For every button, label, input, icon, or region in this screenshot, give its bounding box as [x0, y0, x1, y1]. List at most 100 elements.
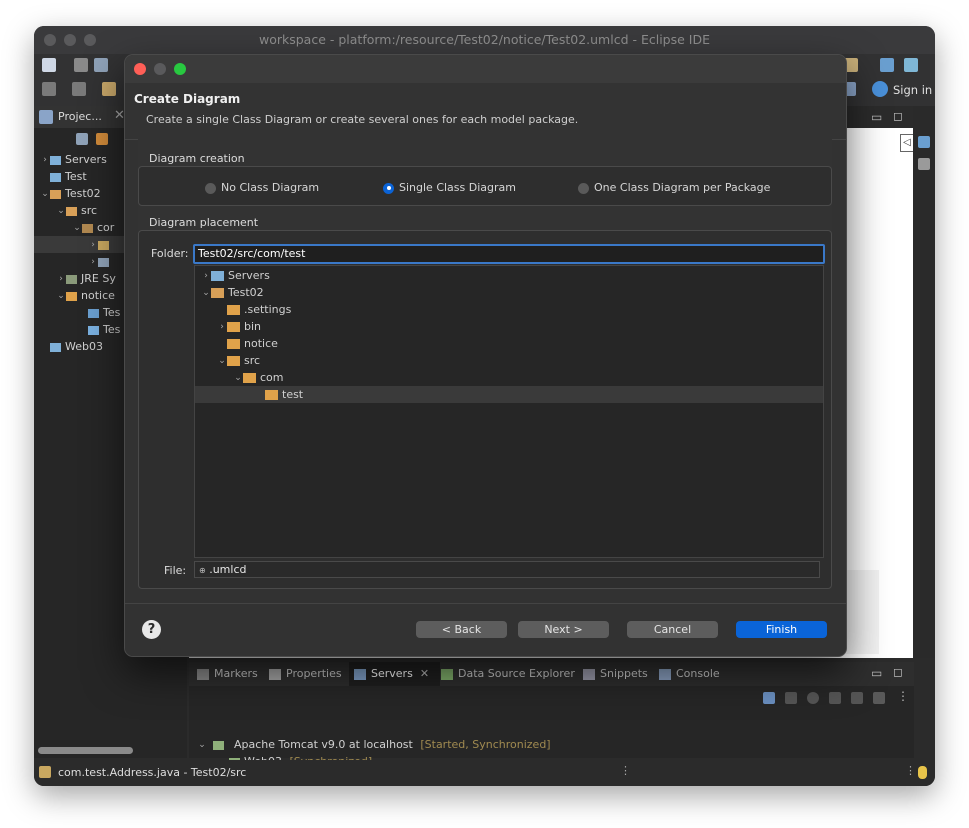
next-button[interactable]: Next > — [518, 621, 609, 638]
placement-group-label: Diagram placement — [149, 216, 259, 229]
project-icon — [50, 189, 61, 199]
tree-item-servers[interactable]: › Servers — [40, 151, 107, 168]
radio-no-diagram[interactable]: No Class Diagram — [205, 181, 319, 194]
new-server-icon[interactable] — [763, 692, 775, 704]
view-menu-icon[interactable]: ⋮ — [897, 689, 909, 703]
task-list-icon[interactable] — [918, 158, 930, 170]
creation-group-label: Diagram creation — [149, 152, 245, 165]
new-icon[interactable] — [42, 58, 56, 72]
tree-item-label: cor — [97, 221, 115, 234]
account-icon[interactable] — [872, 81, 888, 97]
collapse-all-icon[interactable] — [76, 133, 88, 145]
file-input[interactable]: ⊕ .umlcd — [194, 561, 820, 578]
maximize-icon[interactable]: ◻ — [893, 109, 903, 123]
tree-item-label: Servers — [228, 269, 270, 282]
palette-toggle-icon[interactable]: ◁ — [900, 134, 914, 152]
tree-item-java-file[interactable]: › — [88, 236, 113, 253]
chevron-down-icon[interactable]: ⌄ — [40, 186, 50, 203]
cancel-button[interactable]: Cancel — [627, 621, 718, 638]
tree-item-label: Tes — [103, 306, 121, 319]
publish-icon[interactable] — [873, 692, 885, 704]
chevron-right-icon[interactable]: › — [40, 152, 50, 169]
tree-item-umlcd-file[interactable]: Tes — [88, 304, 120, 321]
dialog-close-button[interactable] — [134, 63, 146, 75]
tab-data-source-explorer[interactable]: Data Source Explorer — [441, 662, 575, 686]
link-editor-icon[interactable] — [96, 133, 108, 145]
tree-item-label: notice — [244, 337, 278, 350]
finish-button[interactable]: Finish — [736, 621, 827, 638]
sign-in-link[interactable]: Sign in — [893, 83, 932, 97]
profile-server-icon[interactable] — [829, 692, 841, 704]
radio-off-icon[interactable] — [578, 182, 589, 194]
chevron-down-icon[interactable]: ⌄ — [233, 370, 243, 387]
debug-server-icon[interactable] — [785, 692, 797, 704]
tab-console[interactable]: Console — [659, 662, 720, 686]
start-server-icon[interactable] — [807, 692, 819, 704]
minimize-icon[interactable]: ▭ — [871, 666, 882, 680]
web-services-icon[interactable] — [904, 58, 918, 72]
project-icon — [50, 172, 61, 182]
tree-item-test02[interactable]: ⌄ Test02 — [40, 185, 100, 203]
folder-tree-test02[interactable]: ⌄ Test02 — [201, 284, 263, 302]
folder-tree-bin[interactable]: › bin — [217, 318, 261, 335]
folder-tree-com[interactable]: ⌄ com — [233, 369, 283, 387]
tree-item-label: Servers — [65, 153, 107, 166]
folder-tree-servers[interactable]: › Servers — [201, 267, 270, 284]
tab-label: Properties — [286, 667, 342, 680]
chevron-down-icon[interactable]: ⌄ — [217, 353, 227, 370]
horizontal-scrollbar[interactable] — [38, 747, 133, 754]
dialog-subtitle: Create a single Class Diagram or create … — [146, 113, 579, 126]
chevron-right-icon[interactable]: › — [217, 319, 227, 336]
chevron-down-icon[interactable]: ⌄ — [56, 288, 66, 305]
tree-item-java-file[interactable]: › — [88, 253, 113, 270]
folder-input[interactable]: Test02/src/com/test — [193, 244, 825, 264]
radio-off-icon[interactable] — [205, 182, 216, 194]
maximize-icon[interactable]: ◻ — [893, 665, 903, 679]
globe-icon[interactable] — [880, 58, 894, 72]
minimize-icon[interactable]: ▭ — [871, 110, 882, 124]
tree-item-notice[interactable]: ⌄ notice — [56, 287, 115, 304]
stop-server-icon[interactable] — [851, 692, 863, 704]
radio-per-package[interactable]: One Class Diagram per Package — [578, 181, 770, 194]
radio-single-diagram[interactable]: Single Class Diagram — [383, 181, 516, 194]
chevron-right-icon[interactable]: › — [56, 271, 66, 288]
debug-icon[interactable] — [42, 82, 56, 96]
close-icon[interactable]: ✕ — [420, 667, 429, 680]
folder-tree-settings[interactable]: .settings — [217, 301, 291, 318]
chevron-down-icon[interactable]: ⌄ — [197, 737, 207, 754]
server-row[interactable]: ⌄ Apache Tomcat v9.0 at localhost [Starte… — [197, 736, 550, 754]
run-icon[interactable] — [72, 82, 86, 96]
tab-servers[interactable]: Servers ✕ — [349, 662, 440, 686]
tree-item-com[interactable]: ⌄ cor — [72, 219, 114, 236]
radio-on-icon[interactable] — [383, 182, 394, 194]
tip-bulb-icon[interactable] — [918, 766, 927, 779]
chevron-down-icon[interactable]: ⌄ — [56, 203, 66, 220]
folder-tree-src[interactable]: ⌄ src — [217, 352, 260, 369]
dialog-zoom-button[interactable] — [174, 63, 186, 75]
status-text: com.test.Address.java - Test02/src — [58, 766, 247, 779]
folder-tree-test[interactable]: test — [265, 386, 303, 403]
tab-snippets[interactable]: Snippets — [583, 662, 648, 686]
save-icon[interactable] — [74, 58, 88, 72]
chevron-down-icon[interactable]: ⌄ — [72, 220, 82, 237]
tree-item-jre[interactable]: › JRE Sy — [56, 270, 116, 287]
save-all-icon[interactable] — [94, 58, 108, 72]
help-icon[interactable]: ? — [142, 620, 161, 639]
folder-tree[interactable]: › Servers ⌄ Test02 .settings › bin notice ⌄… — [194, 265, 824, 558]
tree-item-test[interactable]: Test — [40, 168, 87, 185]
chevron-right-icon[interactable]: › — [201, 268, 211, 285]
tree-item-label: src — [244, 354, 261, 367]
folder-icon — [265, 390, 278, 400]
tree-item-src[interactable]: ⌄ src — [56, 202, 97, 219]
back-nav-icon[interactable] — [102, 82, 116, 96]
back-button[interactable]: < Back — [416, 621, 507, 638]
tab-properties[interactable]: Properties — [269, 662, 342, 686]
chevron-down-icon[interactable]: ⌄ — [201, 285, 211, 302]
tree-item-web03[interactable]: Web03 — [50, 338, 103, 355]
outline-icon[interactable] — [918, 136, 930, 148]
folder-tree-notice[interactable]: notice — [217, 335, 278, 352]
tab-markers[interactable]: Markers — [197, 662, 258, 686]
dialog-minimize-button[interactable] — [154, 63, 166, 75]
tab-label: Console — [676, 667, 720, 680]
tree-item-umlcd-file[interactable]: Tes — [88, 321, 120, 338]
